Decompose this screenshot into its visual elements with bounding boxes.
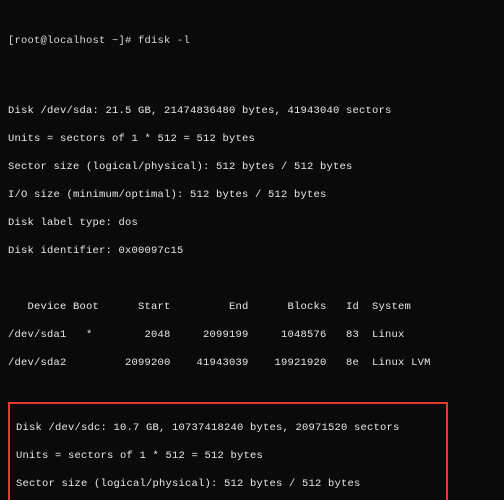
highlight-box-sdc: Disk /dev/sdc: 10.7 GB, 10737418240 byte…: [8, 402, 448, 500]
disk-sda-header: Disk /dev/sda: 21.5 GB, 21474836480 byte…: [8, 104, 496, 118]
terminal-window[interactable]: [root@localhost ~]# fdisk -l Disk /dev/s…: [0, 0, 504, 500]
disk-sda-label: Disk label type: dos: [8, 216, 496, 230]
disk-sda-sector: Sector size (logical/physical): 512 byte…: [8, 160, 496, 174]
sda-part1: /dev/sda1 * 2048 2099199 1048576 83 Linu…: [8, 328, 496, 342]
disk-sdc-sector: Sector size (logical/physical): 512 byte…: [16, 477, 440, 491]
shell-prompt-cmd: [root@localhost ~]# fdisk -l: [8, 34, 496, 48]
disk-sda-ident: Disk identifier: 0x00097c15: [8, 244, 496, 258]
disk-sdc-header: Disk /dev/sdc: 10.7 GB, 10737418240 byte…: [16, 421, 440, 435]
sda-table-header: Device Boot Start End Blocks Id System: [8, 300, 496, 314]
sda-part2: /dev/sda2 2099200 41943039 19921920 8e L…: [8, 356, 496, 370]
disk-sda-io: I/O size (minimum/optimal): 512 bytes / …: [8, 188, 496, 202]
disk-sda-units: Units = sectors of 1 * 512 = 512 bytes: [8, 132, 496, 146]
disk-sdc-units: Units = sectors of 1 * 512 = 512 bytes: [16, 449, 440, 463]
